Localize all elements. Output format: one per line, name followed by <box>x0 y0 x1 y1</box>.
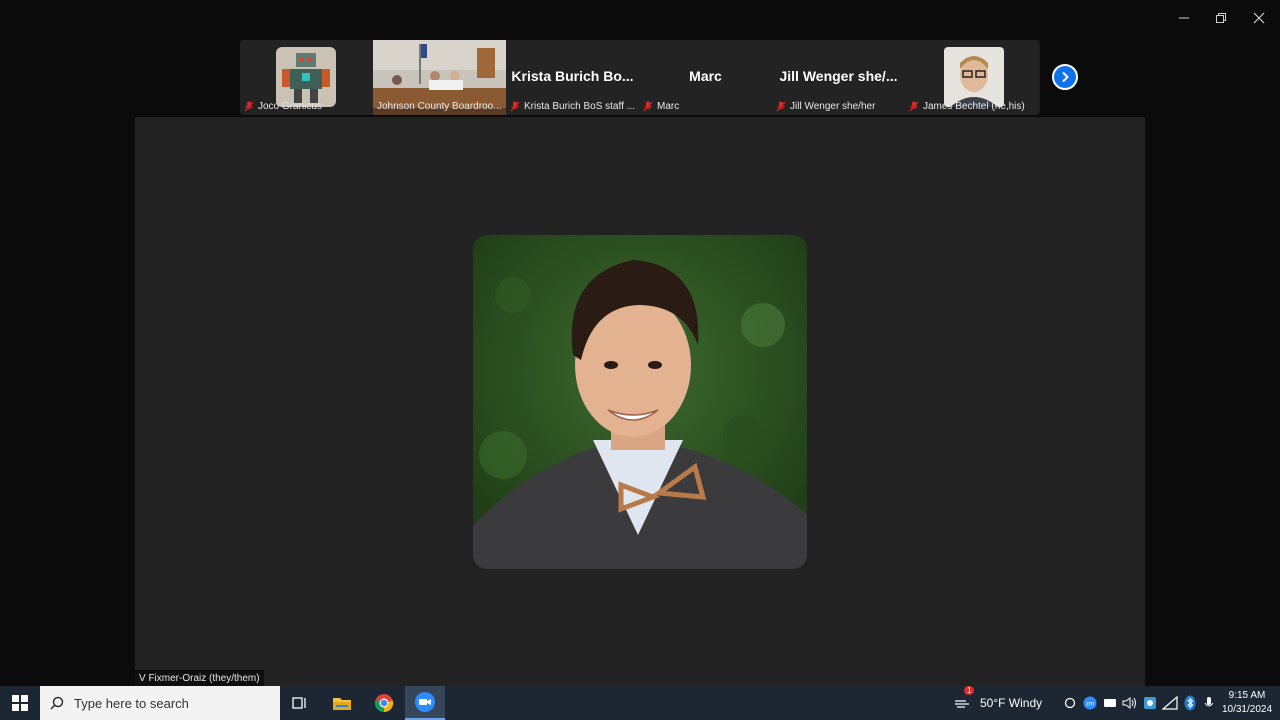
search-icon <box>50 696 64 710</box>
mic-muted-icon <box>244 101 254 112</box>
participant-display-name: Krista Burich Bo... <box>511 68 634 84</box>
participant-tile[interactable]: Jill Wenger she/... Jill Wenger she/her <box>772 40 905 115</box>
restore-icon <box>1216 13 1226 23</box>
chevron-right-icon <box>1062 71 1069 83</box>
participant-name: Joco Granicus <box>258 101 322 112</box>
mic-muted-icon <box>909 101 919 112</box>
bluetooth-icon[interactable] <box>1182 695 1198 711</box>
zoom-icon <box>415 692 435 712</box>
profile-photo <box>473 235 807 569</box>
zoom-tray-icon[interactable]: zm <box>1082 695 1098 711</box>
system-clock[interactable]: 9:15 AM 10/31/2024 <box>1216 689 1278 717</box>
clock-time: 9:15 AM <box>1228 690 1266 701</box>
taskbar-search-box[interactable]: Type here to search <box>40 686 280 720</box>
participant-tile[interactable]: Johnson County Boardroo... <box>373 40 506 115</box>
minimize-button[interactable] <box>1167 6 1201 30</box>
participant-tile[interactable]: Krista Burich Bo... Krista Burich BoS st… <box>506 40 639 115</box>
mic-muted-icon <box>776 101 786 112</box>
participant-tile[interactable]: Joco Granicus <box>240 40 373 115</box>
zoom-meeting-window: Joco Granicus Johnson County Boardroo... <box>0 0 1280 720</box>
participant-display-name: Marc <box>689 68 722 84</box>
participant-gallery: Joco Granicus Johnson County Boardroo... <box>240 40 1040 115</box>
participant-name: Johnson County Boardroo... <box>377 101 502 112</box>
device-tray-icon[interactable] <box>1102 695 1118 711</box>
cortana-icon[interactable] <box>1062 695 1078 711</box>
zoom-button[interactable] <box>405 686 445 720</box>
windows-logo-icon <box>12 695 28 711</box>
windows-taskbar: Type here to search 1 50°F Windy zm 9:15… <box>0 686 1280 720</box>
volume-icon[interactable] <box>1122 695 1138 711</box>
participant-name: James Bechtel (he,his) <box>923 101 1025 112</box>
search-placeholder: Type here to search <box>74 695 189 711</box>
weather-text[interactable]: 50°F Windy <box>980 696 1042 710</box>
participant-headshot <box>944 47 1004 107</box>
chrome-icon <box>374 694 394 713</box>
close-icon <box>1253 12 1265 24</box>
wifi-icon[interactable] <box>1162 695 1178 711</box>
speaker-profile-photo <box>473 235 807 569</box>
microphone-icon[interactable] <box>1201 695 1217 711</box>
security-tray-icon[interactable] <box>1142 695 1158 711</box>
robot-avatar <box>276 47 336 107</box>
mic-muted-icon <box>510 101 520 112</box>
participant-name: Krista Burich BoS staff ... <box>524 101 635 112</box>
participant-tile[interactable]: Marc Marc <box>639 40 772 115</box>
mic-muted-icon <box>643 101 653 112</box>
chrome-button[interactable] <box>364 686 404 720</box>
speaker-name-label: V Fixmer-Oraiz (they/them) <box>135 670 264 687</box>
weather-icon[interactable] <box>954 695 974 711</box>
clock-date: 10/31/2024 <box>1221 704 1273 715</box>
task-view-icon <box>292 697 306 709</box>
close-button[interactable] <box>1242 6 1276 30</box>
next-page-button[interactable] <box>1052 64 1078 90</box>
restore-button[interactable] <box>1204 6 1238 30</box>
task-view-button[interactable] <box>280 686 320 720</box>
participant-tile[interactable]: James Bechtel (he,his) <box>905 40 1038 115</box>
file-explorer-button[interactable] <box>322 686 362 720</box>
participant-display-name: Jill Wenger she/... <box>779 68 898 84</box>
file-explorer-icon <box>333 698 351 710</box>
participant-name: Marc <box>657 101 680 112</box>
start-button[interactable] <box>0 686 40 720</box>
active-speaker-view: V Fixmer-Oraiz (they/them) <box>135 117 1145 687</box>
participant-name: Jill Wenger she/her <box>790 101 876 112</box>
svg-text:zm: zm <box>1086 702 1094 708</box>
minimize-icon <box>1179 17 1189 19</box>
weather-badge: 1 <box>964 686 975 695</box>
